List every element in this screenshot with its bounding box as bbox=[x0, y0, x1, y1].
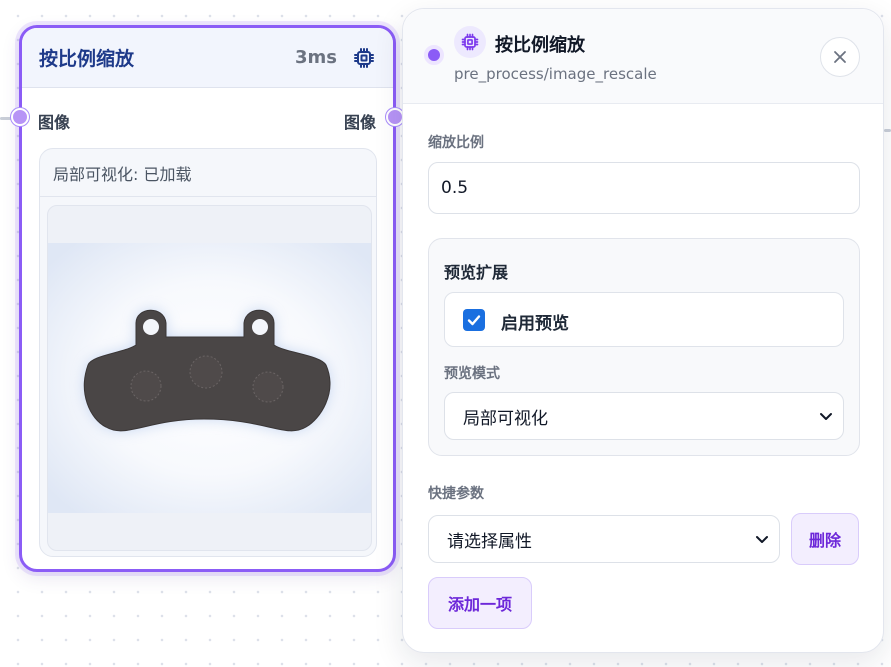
node-header[interactable]: 按比例缩放 3ms bbox=[22, 28, 393, 88]
preview-mode-select[interactable]: 局部可视化 bbox=[444, 392, 844, 440]
add-item-button[interactable]: 添加一项 bbox=[428, 577, 532, 629]
node-ports: 图像 图像 bbox=[11, 88, 404, 150]
node-config-panel: 按比例缩放 pre_process/image_rescale 缩放比例 0.5… bbox=[402, 8, 884, 653]
node-path: pre_process/image_rescale bbox=[454, 65, 657, 83]
close-icon bbox=[834, 51, 846, 63]
preview-mode-value: 局部可视化 bbox=[463, 408, 548, 429]
enable-preview-label: 启用预览 bbox=[501, 314, 569, 334]
panel-title: 按比例缩放 bbox=[495, 35, 585, 56]
check-icon bbox=[467, 315, 481, 326]
rescale-node[interactable]: 按比例缩放 3ms 图像 图像 局部可视化: 已加载 bbox=[11, 25, 404, 572]
panel-header: 按比例缩放 pre_process/image_rescale bbox=[403, 9, 883, 104]
enable-preview-checkbox[interactable] bbox=[463, 309, 485, 331]
quick-params-label: 快捷参数 bbox=[428, 486, 484, 502]
preview-frame bbox=[47, 205, 372, 551]
cpu-chip-icon bbox=[454, 26, 486, 58]
status-dot bbox=[424, 45, 444, 65]
preview-panel: 局部可视化: 已加载 bbox=[39, 148, 377, 557]
enable-preview-option[interactable]: 启用预览 bbox=[444, 292, 844, 347]
chevron-down-icon bbox=[820, 413, 832, 420]
output-port-label: 图像 bbox=[343, 113, 376, 132]
delete-button[interactable]: 删除 bbox=[791, 513, 859, 565]
input-port-handle[interactable] bbox=[11, 108, 29, 126]
edge-right bbox=[884, 129, 891, 132]
scale-label: 缩放比例 bbox=[428, 135, 484, 151]
attribute-select-placeholder: 请选择属性 bbox=[447, 531, 532, 552]
preview-status: 局部可视化: 已加载 bbox=[40, 149, 376, 197]
cpu-chip-icon bbox=[351, 45, 377, 71]
preview-extension-group: 预览扩展 启用预览 预览模式 局部可视化 bbox=[428, 238, 860, 456]
chevron-down-icon bbox=[756, 536, 768, 543]
brake-pad-preview-image bbox=[48, 243, 371, 513]
attribute-select[interactable]: 请选择属性 bbox=[428, 515, 780, 563]
input-port-label: 图像 bbox=[38, 113, 71, 132]
scale-input[interactable]: 0.5 bbox=[428, 162, 860, 214]
node-title: 按比例缩放 bbox=[39, 48, 135, 70]
preview-group-title: 预览扩展 bbox=[444, 263, 509, 282]
node-exec-time: 3ms bbox=[295, 47, 337, 68]
preview-mode-label: 预览模式 bbox=[444, 366, 500, 382]
close-button[interactable] bbox=[820, 37, 860, 77]
